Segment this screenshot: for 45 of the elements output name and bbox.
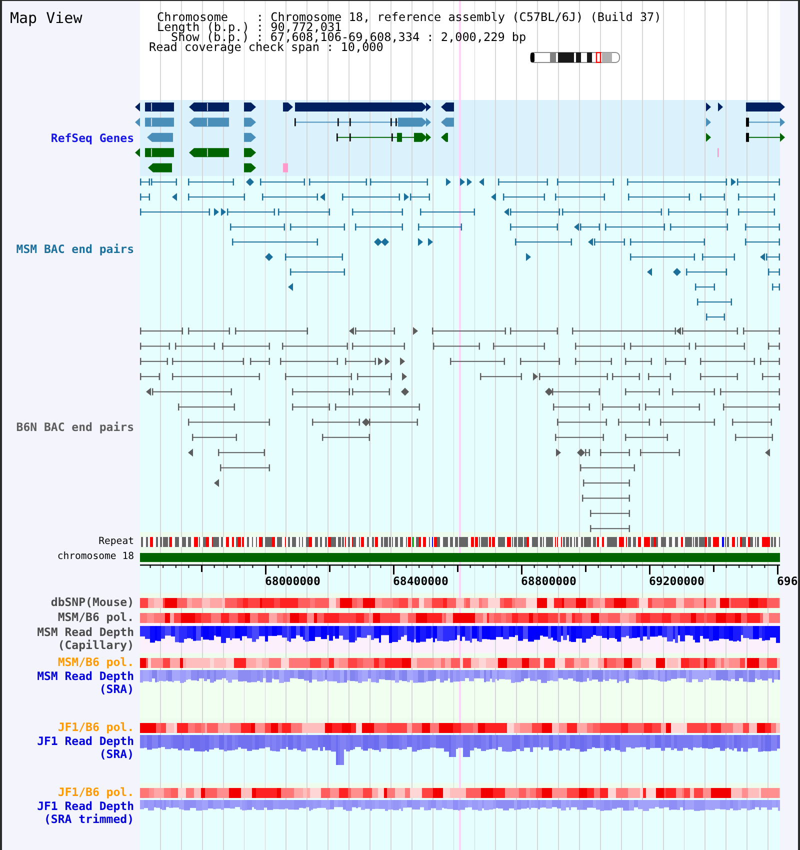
gene-model — [244, 163, 256, 172]
gene-model — [244, 148, 256, 158]
track-label: JF1/B6 pol. — [58, 721, 134, 733]
track-label: B6N BAC end pairs — [16, 420, 134, 434]
track-label: chromosome 18 — [57, 551, 134, 563]
gene-model — [189, 102, 229, 112]
summary-line: Length (b.p.) : 90,772,031 — [157, 22, 342, 32]
gene-model — [283, 102, 293, 112]
gene-model — [746, 118, 785, 127]
gene-model — [244, 102, 256, 112]
summary-line: Chromosome : Chromosome 18, reference assembly (C57BL/6J) (Build 37) — [157, 12, 662, 22]
axis-label: 68000000 — [265, 575, 320, 588]
gene-model — [135, 118, 174, 127]
axis-label: 68800000 — [521, 575, 576, 588]
track-label: MSM Read Depth (Capillary) — [36, 626, 134, 652]
axis-label: 69200000 — [649, 575, 704, 588]
gene-model — [189, 148, 229, 158]
gene-model — [441, 132, 448, 142]
gene-model — [441, 118, 454, 127]
gene-model — [135, 148, 174, 158]
track-label: MSM Read Depth (SRA) — [36, 670, 134, 696]
gene-model — [189, 118, 229, 127]
track-label: RefSeq Genes — [50, 132, 134, 144]
track-label: MSM/B6 pol. — [58, 611, 134, 623]
gene-model — [244, 132, 256, 142]
track-label: JF1 Read Depth (SRA trimmed) — [36, 800, 134, 826]
summary-line: Show (b.p.) : 67,608,106-69,608,334 : 2,000,229 bp — [171, 32, 526, 42]
track-label: MSM/B6 pol. — [58, 656, 134, 668]
track-label: JF1/B6 pol. — [58, 786, 134, 798]
gene-model — [746, 132, 785, 142]
gene-model — [283, 163, 288, 172]
track-label: JF1 Read Depth (SRA) — [36, 735, 134, 761]
gene-model — [441, 102, 454, 112]
axis-label: 696 — [777, 575, 798, 588]
gene-model — [148, 163, 172, 172]
map-view-title: Map View — [10, 10, 82, 27]
gene-model — [147, 132, 173, 142]
track-label: dbSNP(Mouse) — [50, 596, 134, 608]
track-label: Repeat — [98, 536, 134, 548]
summary-line: Read coverage check span : 10,000 — [149, 42, 384, 52]
axis-label: 68400000 — [393, 575, 448, 588]
gene-model — [135, 102, 174, 112]
track-label: MSM BAC end pairs — [16, 242, 134, 256]
gene-model — [746, 102, 785, 112]
gene-model — [244, 118, 256, 127]
